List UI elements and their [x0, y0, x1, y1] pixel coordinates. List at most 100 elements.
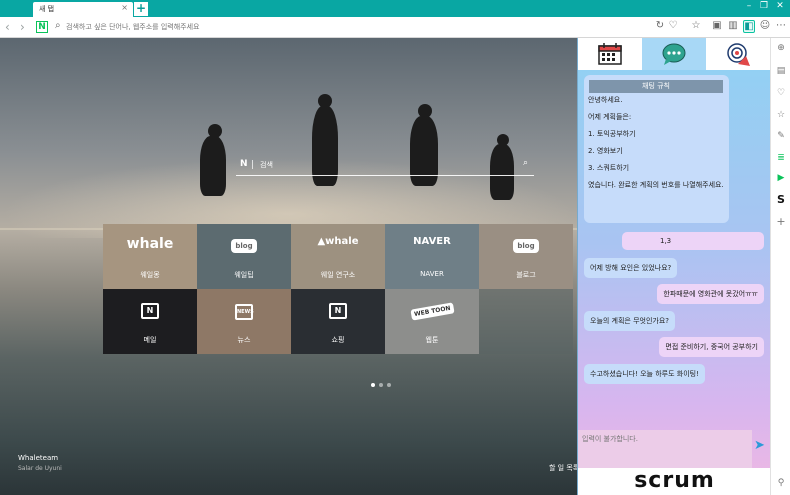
- tile-logo-wrap: blog: [197, 236, 291, 253]
- new-tab-page: N 검색 ⌕ whale 웨일몽 blog 웨일팁 ▲whale 웨일 연구소 …: [0, 38, 577, 495]
- tile-naver[interactable]: NAVER NAVER: [385, 224, 479, 289]
- shopping-bag-icon: N: [329, 303, 347, 319]
- tab-chat[interactable]: [642, 38, 706, 70]
- sidebar-strip: ⊕ ▤ ♡ ☆ ✎ ≣ ▶ S + ⚲: [770, 38, 790, 495]
- tile-empty[interactable]: [479, 289, 573, 354]
- add-app-icon[interactable]: +: [771, 215, 790, 228]
- tile-logo-wrap: N: [103, 301, 197, 319]
- minimize-icon[interactable]: –: [742, 1, 756, 11]
- page-dot[interactable]: [379, 383, 383, 387]
- silhouette-person: [200, 136, 226, 196]
- blog-logo: blog: [513, 239, 539, 253]
- panel-tabs: [578, 38, 771, 70]
- list-icon[interactable]: ≣: [771, 153, 790, 163]
- shield-icon[interactable]: ♡: [667, 20, 679, 31]
- address-input[interactable]: [66, 20, 646, 34]
- rules-line: 2. 영화보기: [588, 147, 623, 155]
- profile-icon[interactable]: ☺: [759, 20, 771, 31]
- chat-message-bot: 어제 방해 요인은 있었나요?: [584, 258, 678, 278]
- tile-logo-wrap: NEWS: [197, 301, 291, 320]
- tile-label: 웹툰: [425, 336, 439, 344]
- chat-rules-card: 채팅 규칙 안녕하세요. 어제 계획들은: 1. 토익공부하기 2. 영화보기 …: [584, 75, 729, 223]
- chat-rules-title: 채팅 규칙: [589, 80, 723, 93]
- target-icon: [727, 43, 750, 66]
- reload-icon[interactable]: ↻: [654, 20, 666, 31]
- extension-icon[interactable]: ▣: [711, 20, 723, 31]
- forward-icon[interactable]: ›: [20, 20, 25, 34]
- tile-whale-tip[interactable]: blog 웨일팁: [197, 224, 291, 289]
- search-icon[interactable]: ⌕: [523, 158, 528, 168]
- tab-view-icon[interactable]: ▥: [727, 20, 739, 31]
- naver-home-icon[interactable]: N: [36, 21, 48, 33]
- close-window-icon[interactable]: ✕: [773, 1, 787, 11]
- send-icon[interactable]: ➤: [754, 438, 765, 453]
- tab-goals[interactable]: [707, 38, 771, 70]
- page-dot[interactable]: [387, 383, 391, 387]
- page-dot[interactable]: [371, 383, 375, 387]
- bookmark-star-icon[interactable]: ☆: [690, 20, 702, 31]
- back-icon[interactable]: ‹: [5, 20, 10, 34]
- tile-logo-wrap: N: [291, 301, 385, 319]
- chat-bubble-icon: [662, 43, 686, 65]
- address-bar: ‹ › N ⌕ ↻ ♡ ☆ ▣ ▥ ◧ ☺ ⋯: [0, 17, 790, 38]
- tile-whale-mong[interactable]: whale 웨일몽: [103, 224, 197, 289]
- todo-list-link[interactable]: 할 일 목록: [549, 463, 577, 473]
- tile-blog[interactable]: blog 블로그: [479, 224, 573, 289]
- zoom-icon[interactable]: ⊕: [771, 43, 790, 53]
- chat-message-input[interactable]: [578, 430, 752, 468]
- play-icon[interactable]: ▶: [771, 173, 790, 183]
- search-divider: [252, 160, 253, 169]
- webtoon-logo: WEB TOON: [410, 302, 454, 321]
- chat-message-bot: 오늘의 계획은 무엇인가요?: [584, 311, 676, 331]
- tile-label: 쇼핑: [331, 336, 345, 344]
- rules-line: 안녕하세요.: [588, 96, 623, 104]
- tile-label: 웨일 연구소: [320, 271, 356, 279]
- translate-icon[interactable]: ▤: [771, 66, 790, 76]
- rules-line: 1. 토익공부하기: [588, 130, 636, 138]
- tile-news[interactable]: NEWS 뉴스: [197, 289, 291, 354]
- tile-label: 뉴스: [237, 336, 251, 344]
- shortcut-tiles: whale 웨일몽 blog 웨일팁 ▲whale 웨일 연구소 NAVER N…: [103, 224, 575, 354]
- tile-logo-wrap: WEB TOON: [385, 301, 479, 321]
- scrum-logo: scrum: [578, 468, 771, 495]
- tile-label: 메일: [143, 336, 157, 344]
- maximize-icon[interactable]: ❐: [757, 1, 771, 11]
- tile-mail[interactable]: N 메일: [103, 289, 197, 354]
- tab-calendar[interactable]: [578, 38, 642, 70]
- tab-close-icon[interactable]: ×: [121, 3, 128, 12]
- tab-title: 새 탭: [39, 5, 55, 13]
- title-bar: 새 탭 × + – ❐ ✕: [0, 0, 790, 17]
- naver-logo: NAVER: [413, 236, 451, 247]
- more-menu-icon[interactable]: ⋯: [775, 20, 787, 31]
- tile-whale-lab[interactable]: ▲whale 웨일 연구소: [291, 224, 385, 289]
- search-label: 검색: [260, 161, 273, 169]
- mail-icon: N: [141, 303, 159, 319]
- sidebar-toggle-icon[interactable]: ◧: [743, 20, 755, 33]
- bookmark-icon[interactable]: ☆: [771, 110, 790, 120]
- page-indicator: [371, 380, 395, 389]
- new-tab-button[interactable]: +: [134, 2, 148, 16]
- whale-logo: whale: [126, 236, 174, 252]
- background-credit-title[interactable]: Whaleteam: [18, 454, 58, 462]
- pin-icon[interactable]: ⚲: [771, 478, 790, 488]
- whale-lab-logo: ▲whale: [317, 236, 359, 247]
- tile-label: 웨일팁: [234, 271, 254, 279]
- tile-shopping[interactable]: N 쇼핑: [291, 289, 385, 354]
- rules-line: 였습니다. 완료한 계획의 번호를 나열해주세요.: [588, 181, 724, 189]
- tile-logo-wrap: blog: [479, 236, 573, 253]
- chat-message-user: 한파때문에 영화관에 못갔어ㅠㅠ: [657, 284, 764, 304]
- blog-logo: blog: [231, 239, 257, 253]
- browser-tab[interactable]: 새 탭 ×: [33, 2, 133, 17]
- memo-icon[interactable]: ✎: [771, 131, 790, 141]
- chat-message-bot: 수고하셨습니다! 오늘 하루도 화이팅!: [584, 364, 705, 384]
- scrum-app-icon[interactable]: S: [771, 193, 790, 206]
- background-credit-location: Salar de Uyuni: [18, 465, 62, 472]
- tile-label: 웨일몽: [140, 271, 160, 279]
- tile-label: NAVER: [420, 270, 444, 278]
- search-box[interactable]: N 검색 ⌕: [236, 154, 534, 176]
- tile-webtoon[interactable]: WEB TOON 웹툰: [385, 289, 479, 354]
- pocket-icon[interactable]: ♡: [771, 88, 790, 98]
- rules-line: 어제 계획들은:: [588, 113, 632, 121]
- chat-message-user: 면접 준비하기, 중국어 공부하기: [659, 337, 764, 357]
- calendar-icon: [598, 43, 622, 65]
